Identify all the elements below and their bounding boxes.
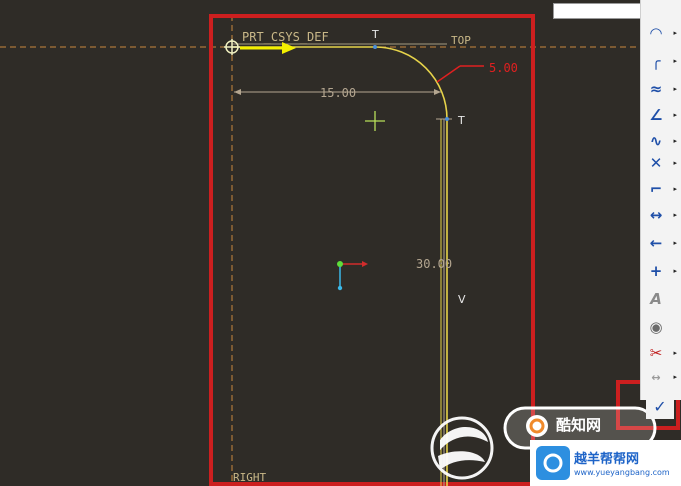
trim-icon: ✂ bbox=[649, 344, 663, 362]
offset-edge-icon: ⌐ bbox=[649, 180, 663, 198]
constraint-tool[interactable]: + ▸ bbox=[645, 260, 679, 282]
flyout-arrow-icon: ▸ bbox=[673, 137, 677, 145]
constraint-icon: + bbox=[649, 262, 663, 280]
watermark-text-1: 酷知网 bbox=[556, 416, 602, 434]
arc-tool[interactable]: ◠ ▸ bbox=[645, 22, 679, 44]
watermark-url: www.yueyangbang.com bbox=[574, 468, 670, 477]
watermark-swirl-logo bbox=[430, 416, 494, 480]
offset-edge-tool[interactable]: ⌐ ▸ bbox=[645, 178, 679, 200]
fillet-icon: ╭ bbox=[651, 52, 661, 70]
spline-tool[interactable]: ≈ ▸ bbox=[645, 78, 679, 100]
flyout-arrow-icon: ▸ bbox=[673, 373, 677, 381]
tangent-mark-1: T bbox=[371, 28, 379, 41]
palette-icon: ◉ bbox=[649, 318, 663, 336]
chamfer-tool[interactable]: ∠ ▸ bbox=[645, 104, 679, 126]
text-tool[interactable]: A bbox=[645, 288, 679, 310]
done-checkmark-icon: ✓ bbox=[653, 396, 667, 416]
point-tool[interactable]: ✕ ▸ bbox=[645, 152, 679, 174]
chamfer-icon: ∠ bbox=[649, 106, 663, 124]
sketch-highlight-frame bbox=[209, 14, 535, 486]
cursor-crosshair-icon bbox=[365, 111, 385, 131]
flyout-arrow-icon: ▸ bbox=[673, 239, 677, 247]
curve-tool[interactable]: ∿ ▸ bbox=[645, 130, 679, 152]
flyout-arrow-icon: ▸ bbox=[673, 185, 677, 193]
orientation-triad-icon bbox=[337, 261, 368, 291]
watermark-text-2: 越羊帮帮网 bbox=[574, 452, 640, 467]
radius-leader bbox=[436, 65, 461, 83]
right-datum-label: RIGHT bbox=[233, 471, 266, 484]
mirror-icon: ↔ bbox=[651, 370, 661, 384]
curve-icon: ∿ bbox=[649, 132, 663, 150]
height-dimension[interactable]: 30.00 bbox=[416, 257, 452, 271]
sketch-toolbar: ◠ ▸ ╭ ▸ ≈ ▸ ∠ ▸ ∿ ▸ ✕ ▸ ⌐ ▸ ↔ ▸ ← ▸ + ▸ A ◉ ✂ ▸ ↔ ▸ bbox=[640, 0, 681, 400]
vertical-mark: V bbox=[458, 293, 466, 306]
trim-tool[interactable]: ✂ ▸ bbox=[645, 342, 679, 364]
tangent-point-2 bbox=[445, 117, 449, 121]
flyout-arrow-icon: ▸ bbox=[673, 159, 677, 167]
sketch-point-icon: ✕ bbox=[649, 154, 663, 172]
csys-label: PRT_CSYS_DEF bbox=[242, 30, 329, 44]
width-dim-arrow-right bbox=[434, 89, 441, 95]
flyout-arrow-icon: ▸ bbox=[673, 57, 677, 65]
width-dimension[interactable]: 15.00 bbox=[320, 86, 356, 100]
width-dim-arrow-left bbox=[234, 89, 241, 95]
tangent-point-1 bbox=[373, 45, 377, 49]
done-sketch-button[interactable]: ✓ bbox=[646, 393, 674, 419]
flyout-arrow-icon: ▸ bbox=[673, 267, 677, 275]
spline-icon: ≈ bbox=[649, 80, 663, 98]
text-icon: A bbox=[650, 290, 662, 308]
flyout-arrow-icon: ▸ bbox=[673, 349, 677, 357]
dimension-icon: ↔ bbox=[649, 206, 663, 224]
flyout-arrow-icon: ▸ bbox=[673, 211, 677, 219]
dimension-tool[interactable]: ↔ ▸ bbox=[645, 204, 679, 226]
modify-tool[interactable]: ← ▸ bbox=[645, 232, 679, 254]
fillet-tool[interactable]: ╭ ▸ bbox=[645, 50, 679, 72]
tangent-mark-2: T bbox=[457, 114, 465, 127]
palette-tool[interactable]: ◉ bbox=[645, 316, 679, 338]
flyout-arrow-icon: ▸ bbox=[673, 29, 677, 37]
top-datum-label: TOP bbox=[451, 34, 471, 47]
flyout-arrow-icon: ▸ bbox=[673, 111, 677, 119]
arc-icon: ◠ bbox=[650, 24, 662, 42]
flyout-arrow-icon: ▸ bbox=[673, 85, 677, 93]
radius-dimension[interactable]: 5.00 bbox=[489, 61, 518, 75]
csys-icon bbox=[224, 39, 240, 55]
mirror-tool[interactable]: ↔ ▸ bbox=[645, 366, 679, 388]
modify-icon: ← bbox=[649, 234, 663, 252]
